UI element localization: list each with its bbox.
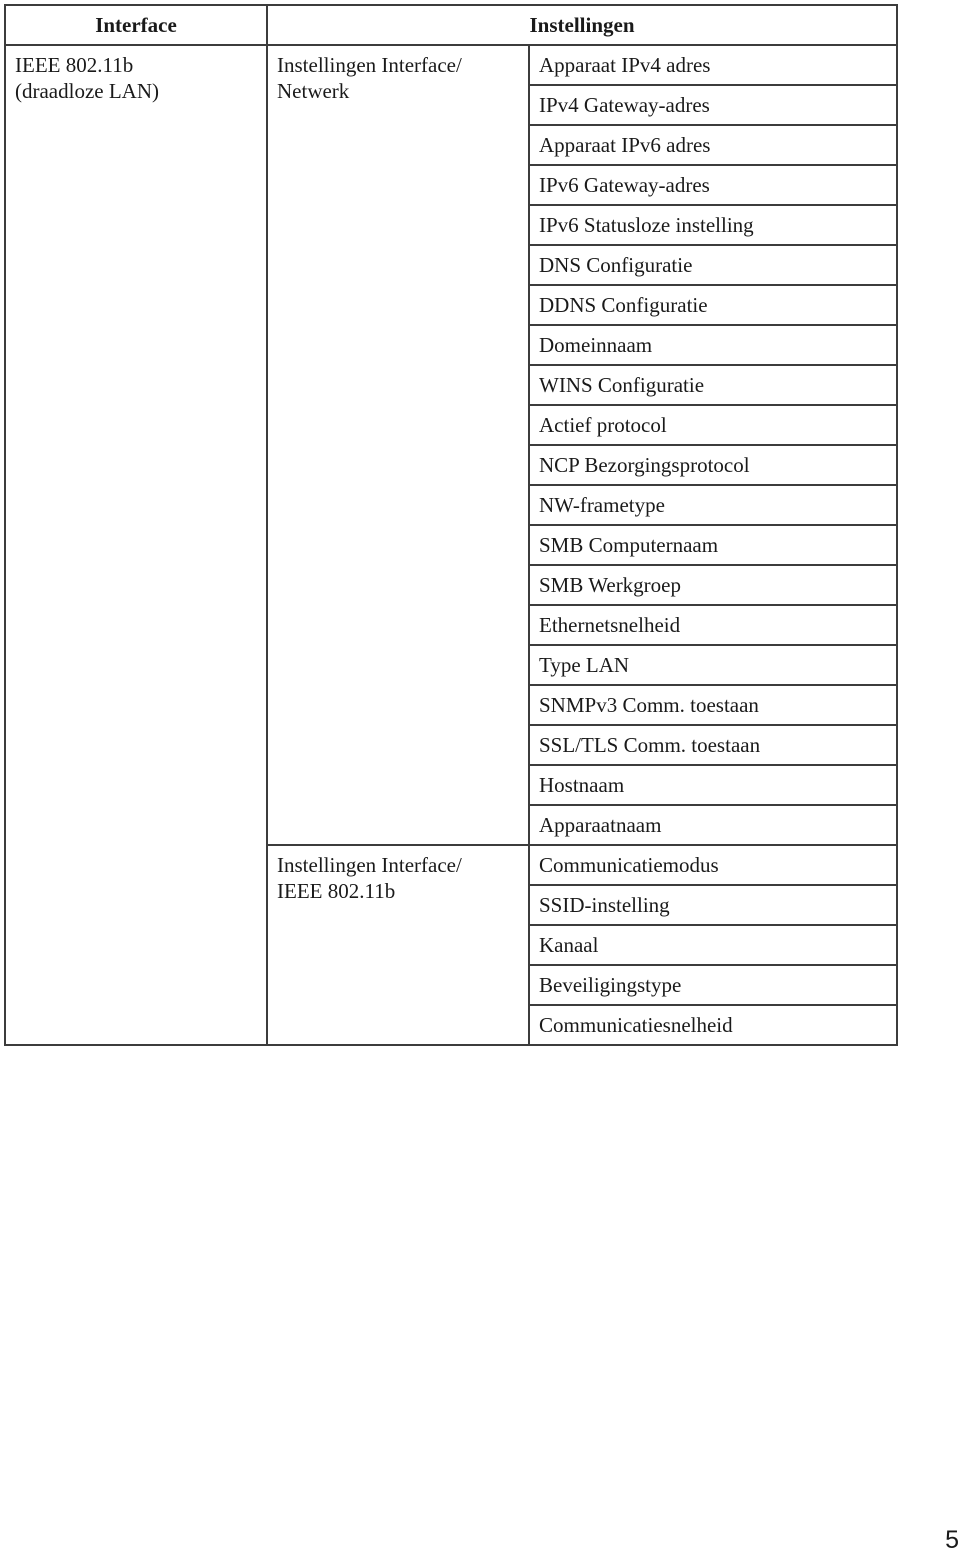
setting-item: DDNS Configuratie: [528, 284, 898, 326]
setting-item: Hostnaam: [528, 764, 898, 806]
setting-item: Kanaal: [528, 924, 898, 966]
interface-description: (draadloze LAN): [15, 79, 160, 103]
settings-group-cell: Instellingen Interface/Netwerk: [266, 44, 530, 846]
setting-item: Domeinnaam: [528, 324, 898, 366]
setting-item: SSL/TLS Comm. toestaan: [528, 724, 898, 766]
setting-item: Communicatiemodus: [528, 844, 898, 886]
table-row: IEEE 802.11b (draadloze LAN) Instellingen …: [4, 44, 898, 1046]
setting-item: SMB Computernaam: [528, 524, 898, 566]
header-interface: Interface: [4, 4, 268, 46]
settings-group-sublabel: IEEE 802.11b: [277, 879, 396, 903]
interface-settings-table: Interface Instellingen IEEE 802.11b (draa…: [4, 4, 898, 1046]
page-number: 5: [945, 1526, 959, 1554]
setting-item: WINS Configuratie: [528, 364, 898, 406]
setting-item: SSID-instelling: [528, 884, 898, 926]
header-settings: Instellingen: [266, 4, 898, 46]
setting-item: NCP Bezorgingsprotocol: [528, 444, 898, 486]
setting-item: Type LAN: [528, 644, 898, 686]
setting-item: Apparaatnaam: [528, 804, 898, 846]
interface-name: IEEE 802.11b: [15, 53, 134, 77]
setting-item: Apparaat IPv6 adres: [528, 124, 898, 166]
setting-item: Beveiligingstype: [528, 964, 898, 1006]
header-row: Interface Instellingen: [4, 4, 898, 46]
settings-group-label: Instellingen Interface/: [277, 853, 462, 877]
table-body: IEEE 802.11b (draadloze LAN) Instellingen …: [4, 44, 898, 1046]
setting-item: IPv4 Gateway-adres: [528, 84, 898, 126]
interface-cell: IEEE 802.11b (draadloze LAN): [4, 44, 268, 1046]
setting-item: Ethernetsnelheid: [528, 604, 898, 646]
settings-group-cell: Instellingen Interface/IEEE 802.11b: [266, 844, 530, 1046]
setting-item: NW-frametype: [528, 484, 898, 526]
setting-item: Actief protocol: [528, 404, 898, 446]
setting-item: Apparaat IPv4 adres: [528, 44, 898, 86]
setting-item: DNS Configuratie: [528, 244, 898, 286]
setting-item: IPv6 Gateway-adres: [528, 164, 898, 206]
settings-group-label: Instellingen Interface/: [277, 53, 462, 77]
setting-item: SNMPv3 Comm. toestaan: [528, 684, 898, 726]
setting-item: Communicatiesnelheid: [528, 1004, 898, 1046]
setting-item: SMB Werkgroep: [528, 564, 898, 606]
setting-item: IPv6 Statusloze instelling: [528, 204, 898, 246]
settings-group-sublabel: Netwerk: [277, 79, 350, 103]
